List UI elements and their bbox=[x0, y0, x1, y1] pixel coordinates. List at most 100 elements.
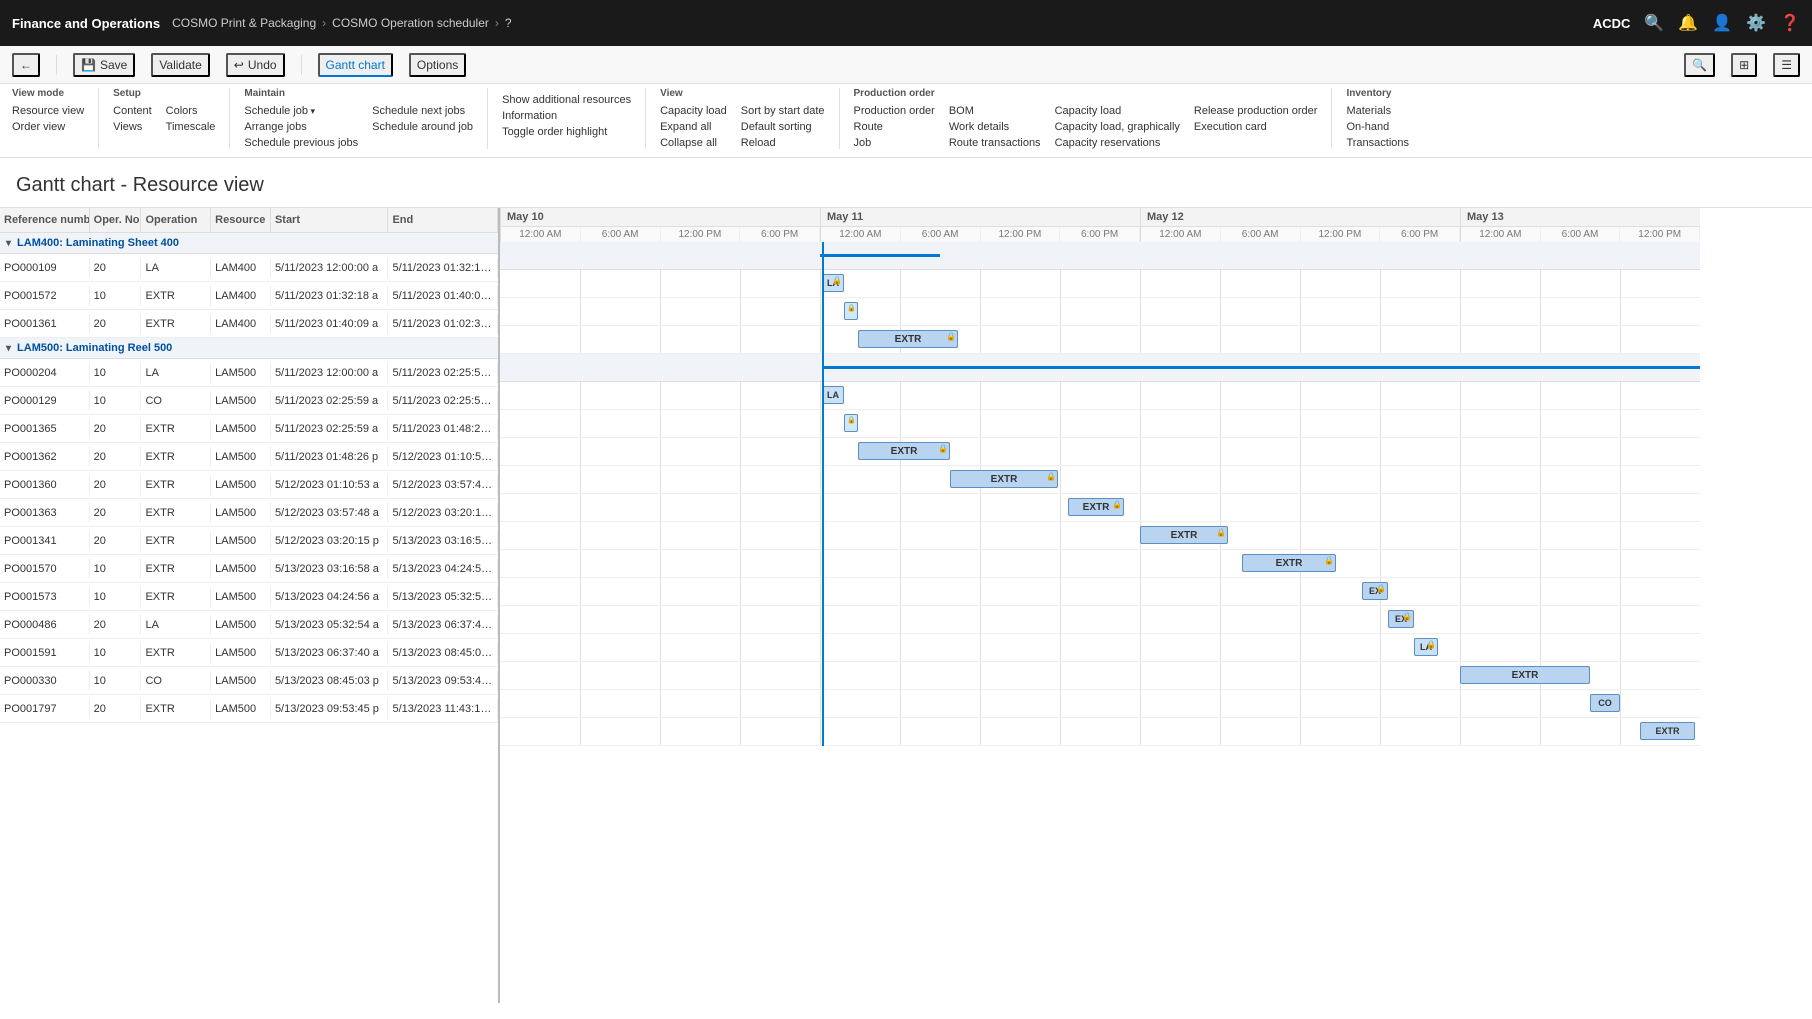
ribbon-link-execution-card[interactable]: Execution card bbox=[1194, 121, 1318, 133]
undo-button[interactable]: ↩ Undo bbox=[226, 53, 285, 77]
gantt-bar-po001362[interactable]: EXTR 🔒 bbox=[950, 470, 1058, 488]
cell-start: 5/11/2023 01:32:18 a bbox=[271, 286, 389, 306]
ribbon-link-show-additional-resources[interactable]: Show additional resources bbox=[502, 94, 631, 106]
cell-res: LAM500 bbox=[211, 363, 271, 383]
ribbon-link-timescale[interactable]: Timescale bbox=[166, 121, 216, 133]
table-row[interactable]: PO001360 20 EXTR LAM500 5/12/2023 01:10:… bbox=[0, 471, 498, 499]
ribbon-link-capacity-reservations[interactable]: Capacity reservations bbox=[1055, 137, 1180, 149]
gantt-bar-po000204[interactable]: LA bbox=[822, 386, 844, 404]
ribbon-link-transactions[interactable]: Transactions bbox=[1346, 137, 1409, 149]
view-toggle-1[interactable]: ⊞ bbox=[1731, 53, 1757, 77]
ribbon-link-resource-view[interactable]: Resource view bbox=[12, 105, 84, 117]
ribbon-link-schedule-around-job[interactable]: Schedule around job bbox=[372, 121, 473, 133]
app-title: Finance and Operations bbox=[12, 16, 160, 31]
gantt-bar-po000129[interactable]: 🔒 bbox=[844, 414, 858, 432]
ribbon-link-schedule-job[interactable]: Schedule job bbox=[244, 105, 358, 117]
ribbon-link-prod-capacity-load[interactable]: Capacity load bbox=[1055, 105, 1180, 117]
breadcrumb-item-2[interactable]: COSMO Operation scheduler bbox=[332, 16, 489, 30]
table-row[interactable]: PO001572 10 EXTR LAM400 5/11/2023 01:32:… bbox=[0, 282, 498, 310]
table-row[interactable]: PO001573 10 EXTR LAM500 5/13/2023 04:24:… bbox=[0, 583, 498, 611]
search-icon[interactable]: 🔍 bbox=[1644, 13, 1664, 33]
date-label-may13: May 13 bbox=[1461, 208, 1700, 227]
ribbon-link-job[interactable]: Job bbox=[854, 137, 935, 149]
gantt-bar-po000486[interactable]: LA 🔒 bbox=[1414, 638, 1438, 656]
ribbon-link-toggle-order-highlight[interactable]: Toggle order highlight bbox=[502, 126, 631, 138]
ribbon-link-route-transactions[interactable]: Route transactions bbox=[949, 137, 1041, 149]
gantt-bar-po000330[interactable]: CO bbox=[1590, 694, 1620, 712]
ribbon-link-expand-all[interactable]: Expand all bbox=[660, 121, 727, 133]
view-toggle-2[interactable]: ☰ bbox=[1773, 53, 1800, 77]
table-row[interactable]: PO001361 20 EXTR LAM400 5/11/2023 01:40:… bbox=[0, 310, 498, 338]
ribbon-link-content[interactable]: Content bbox=[113, 105, 152, 117]
ribbon-link-collapse-all[interactable]: Collapse all bbox=[660, 137, 727, 149]
breadcrumb-item-1[interactable]: COSMO Print & Packaging bbox=[172, 16, 316, 30]
ribbon-link-arrange-jobs[interactable]: Arrange jobs bbox=[244, 121, 358, 133]
ribbon-link-capacity-load[interactable]: Capacity load bbox=[660, 105, 727, 117]
gantt-chart-panel[interactable]: May 10 12:00 AM 6:00 AM 12:00 PM 6:00 PM… bbox=[500, 208, 1812, 1003]
table-row[interactable]: PO001362 20 EXTR LAM500 5/11/2023 01:48:… bbox=[0, 443, 498, 471]
table-row[interactable]: PO001363 20 EXTR LAM500 5/12/2023 03:57:… bbox=[0, 499, 498, 527]
validate-button[interactable]: Validate bbox=[151, 53, 209, 77]
ribbon-link-information[interactable]: Information bbox=[502, 110, 631, 122]
tab-gantt-chart[interactable]: Gantt chart bbox=[318, 53, 393, 77]
ribbon-link-capacity-load-graphically[interactable]: Capacity load, graphically bbox=[1055, 121, 1180, 133]
table-row[interactable]: PO001797 20 EXTR LAM500 5/13/2023 09:53:… bbox=[0, 695, 498, 723]
settings-icon[interactable]: ⚙️ bbox=[1746, 13, 1766, 33]
breadcrumb-item-3[interactable]: ? bbox=[505, 16, 512, 30]
gantt-bar-po001570[interactable]: EX 🔒 bbox=[1362, 582, 1388, 600]
cell-oper: 10 bbox=[90, 587, 142, 607]
ribbon-link-route[interactable]: Route bbox=[854, 121, 935, 133]
gantt-bar-po001797[interactable]: EXTR bbox=[1640, 722, 1695, 740]
tab-options[interactable]: Options bbox=[409, 53, 466, 77]
cell-res: LAM500 bbox=[211, 475, 271, 495]
gantt-group-lam400[interactable]: ▾ LAM400: Laminating Sheet 400 bbox=[0, 233, 498, 254]
save-button[interactable]: 💾 Save bbox=[73, 53, 135, 77]
gantt-bar-po001573[interactable]: EX 🔒 bbox=[1388, 610, 1414, 628]
table-row[interactable]: PO000486 20 LA LAM500 5/13/2023 05:32:54… bbox=[0, 611, 498, 639]
back-button[interactable]: ← bbox=[12, 53, 40, 77]
ribbon-group-production-order: Production order Production order Route … bbox=[854, 88, 1333, 149]
ribbon-link-bom[interactable]: BOM bbox=[949, 105, 1041, 117]
chart-dates-header: May 10 12:00 AM 6:00 AM 12:00 PM 6:00 PM… bbox=[500, 208, 1812, 242]
table-row[interactable]: PO000330 10 CO LAM500 5/13/2023 08:45:03… bbox=[0, 667, 498, 695]
notifications-icon[interactable]: 🔔 bbox=[1678, 13, 1698, 33]
gantt-bar-po001363[interactable]: EXTR 🔒 bbox=[1140, 526, 1228, 544]
cell-oper: 20 bbox=[90, 419, 142, 439]
ribbon-link-schedule-next-jobs[interactable]: Schedule next jobs bbox=[372, 105, 473, 117]
cell-oper: 10 bbox=[90, 643, 142, 663]
gantt-bar-po000109[interactable]: LA 🔒 bbox=[822, 274, 844, 292]
ribbon-link-on-hand[interactable]: On-hand bbox=[1346, 121, 1409, 133]
search-button[interactable]: 🔍 bbox=[1684, 53, 1715, 77]
table-row[interactable]: PO001591 10 EXTR LAM500 5/13/2023 06:37:… bbox=[0, 639, 498, 667]
table-row[interactable]: PO001570 10 EXTR LAM500 5/13/2023 03:16:… bbox=[0, 555, 498, 583]
gantt-area: Gantt chart - Resource view Reference nu… bbox=[0, 158, 1812, 1003]
user-icon[interactable]: 👤 bbox=[1712, 13, 1732, 33]
ribbon-link-sort-by-start-date[interactable]: Sort by start date bbox=[741, 105, 825, 117]
bar-lock-icon: 🔒 bbox=[946, 332, 956, 341]
help-icon[interactable]: ❓ bbox=[1780, 13, 1800, 33]
table-row[interactable]: PO001365 20 EXTR LAM500 5/11/2023 02:25:… bbox=[0, 415, 498, 443]
table-row[interactable]: PO000109 20 LA LAM400 5/11/2023 12:00:00… bbox=[0, 254, 498, 282]
gantt-bar-po001365[interactable]: EXTR 🔒 bbox=[858, 442, 950, 460]
gantt-group-lam500[interactable]: ▾ LAM500: Laminating Reel 500 bbox=[0, 338, 498, 359]
ribbon-link-production-order[interactable]: Production order bbox=[854, 105, 935, 117]
ribbon-link-order-view[interactable]: Order view bbox=[12, 121, 84, 133]
table-row[interactable]: PO000129 10 CO LAM500 5/11/2023 02:25:59… bbox=[0, 387, 498, 415]
gantt-bar-po001591[interactable]: EXTR bbox=[1460, 666, 1590, 684]
ribbon-link-default-sorting[interactable]: Default sorting bbox=[741, 121, 825, 133]
ribbon-link-schedule-previous-jobs[interactable]: Schedule previous jobs bbox=[244, 137, 358, 149]
gantt-bar-po001360[interactable]: EXTR 🔒 bbox=[1068, 498, 1124, 516]
gantt-bar-po001361[interactable]: EXTR 🔒 bbox=[858, 330, 958, 348]
table-row[interactable]: PO000204 10 LA LAM500 5/11/2023 12:00:00… bbox=[0, 359, 498, 387]
ribbon-link-views[interactable]: Views bbox=[113, 121, 152, 133]
gantt-bar-po001341[interactable]: EXTR 🔒 bbox=[1242, 554, 1336, 572]
ribbon-link-reload[interactable]: Reload bbox=[741, 137, 825, 149]
ribbon-link-colors[interactable]: Colors bbox=[166, 105, 216, 117]
cell-op: EXTR bbox=[141, 587, 211, 607]
gantt-bar-po001572[interactable]: 🔒 bbox=[844, 302, 858, 320]
cell-start: 5/12/2023 01:10:53 a bbox=[271, 475, 389, 495]
ribbon-link-materials[interactable]: Materials bbox=[1346, 105, 1409, 117]
ribbon-link-release-production-order[interactable]: Release production order bbox=[1194, 105, 1318, 117]
table-row[interactable]: PO001341 20 EXTR LAM500 5/12/2023 03:20:… bbox=[0, 527, 498, 555]
ribbon-link-work-details[interactable]: Work details bbox=[949, 121, 1041, 133]
